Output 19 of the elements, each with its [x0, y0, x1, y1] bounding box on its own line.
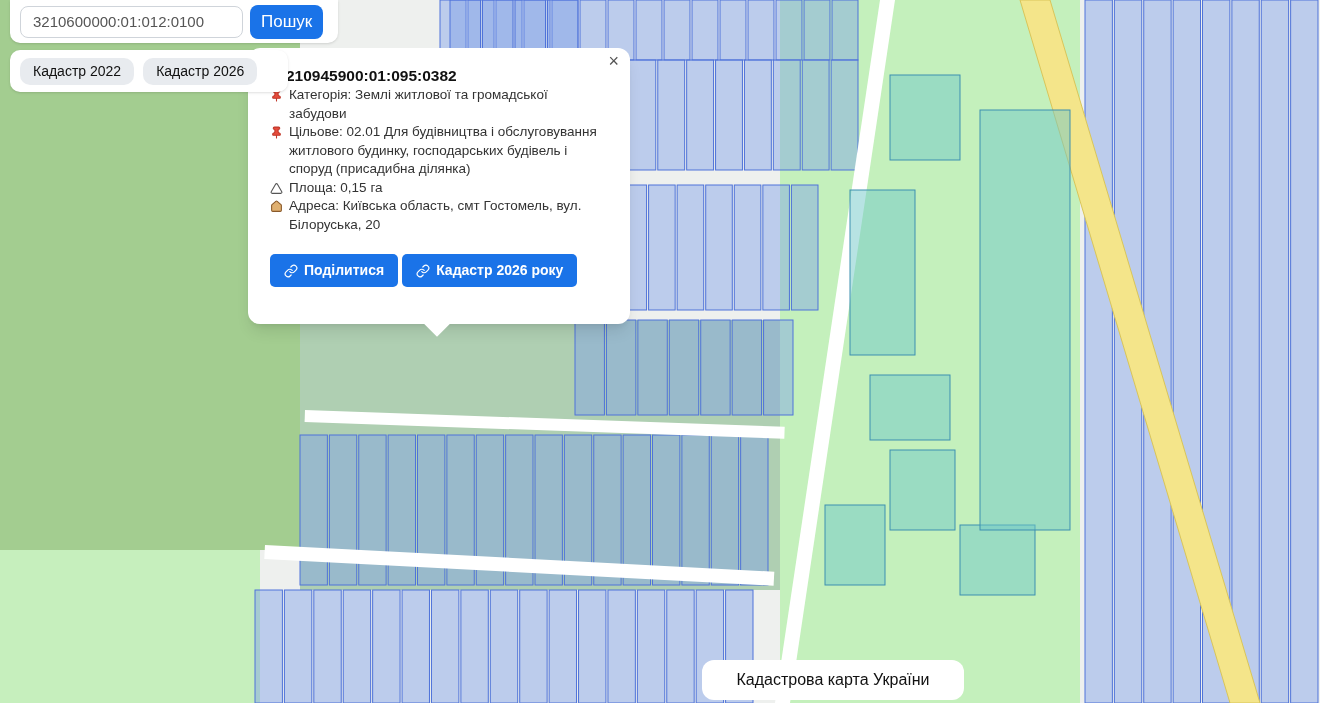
close-button[interactable]: × — [605, 52, 622, 70]
parcel-info-text: Площа: 0,15 га — [289, 178, 383, 197]
link-icon — [284, 263, 298, 278]
popup-link-button[interactable]: Поділитися — [270, 254, 399, 287]
search-button[interactable]: Пошук — [250, 4, 324, 39]
triangle-ruler-icon — [270, 181, 283, 195]
pin-icon — [270, 89, 283, 102]
layer-button[interactable]: Кадастр 2022 — [20, 57, 135, 85]
parcel-info-text: Категорія: Землі житлової та громадської забудови — [289, 86, 549, 123]
map-caption: Кадастрова карта України — [702, 660, 964, 700]
popup-link-button[interactable]: Кадастр 2026 року — [402, 254, 578, 287]
search-field[interactable]: 3210600000:01:012:0100 — [20, 5, 243, 38]
house-icon — [270, 200, 283, 213]
pin-icon — [270, 126, 283, 139]
link-icon — [416, 263, 431, 278]
parcel-info-text: Цільове: 02.01 Для будівництва і обслуговування житлового будинку, господарських будівель і споруд (присадибна ділянка) — [289, 123, 598, 178]
parcel-info-text: Адреса: Київська область, смт Гостомель, вул. Білоруська, 20 — [289, 197, 583, 234]
layer-button[interactable]: Кадастр 2026 — [143, 57, 258, 85]
parcel-number: 210945900:01:095:0382 — [286, 66, 457, 86]
